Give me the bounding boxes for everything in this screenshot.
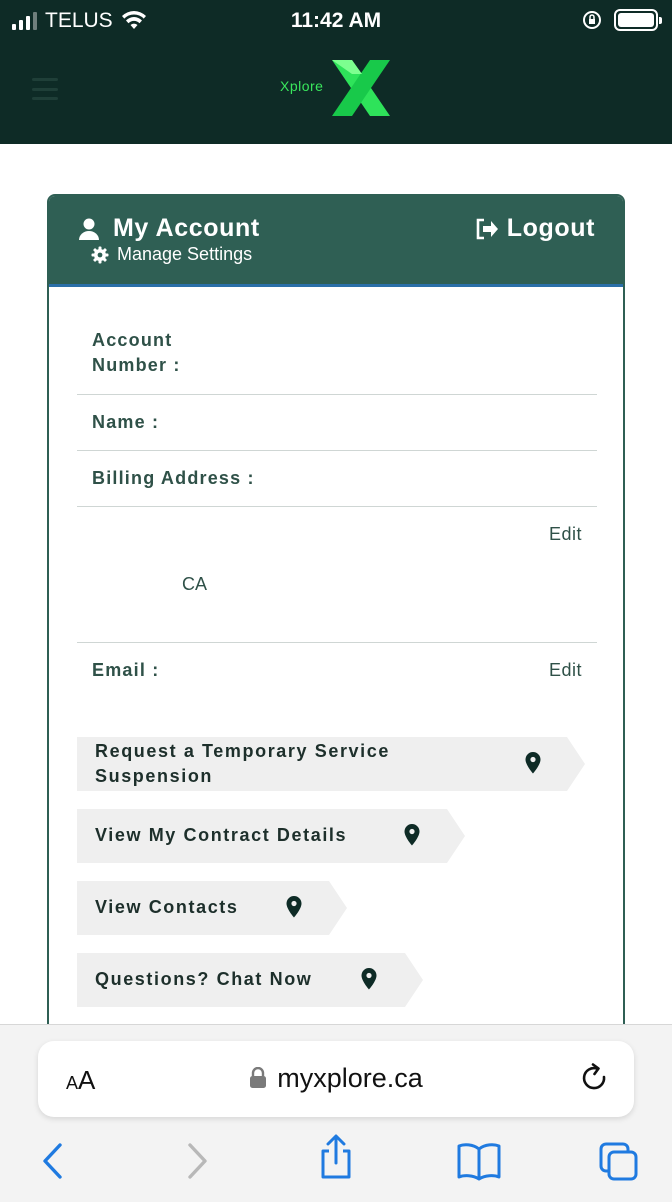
address-bar[interactable]: AA myxplore.ca (38, 1041, 634, 1117)
hamburger-icon[interactable] (32, 78, 58, 100)
email-edit-link[interactable]: Edit (549, 660, 582, 681)
logout-button[interactable]: Logout (475, 214, 595, 243)
browser-bottom-bar: AA myxplore.ca (0, 1024, 672, 1202)
gear-icon (91, 246, 109, 263)
name-row: Name : (77, 395, 597, 451)
bookmarks-button[interactable] (456, 1141, 502, 1186)
request-suspension-link[interactable]: Request a Temporary Service Suspension (77, 737, 585, 791)
user-icon (79, 218, 99, 240)
logout-icon (476, 218, 498, 239)
clock: 11:42 AM (290, 9, 382, 32)
view-contacts-link[interactable]: View Contacts (77, 881, 347, 935)
view-contract-link[interactable]: View My Contract Details (77, 809, 465, 863)
share-button[interactable] (318, 1133, 354, 1186)
arrow-tip (447, 809, 465, 863)
manage-settings-label: Manage Settings (117, 244, 253, 264)
battery-icon (614, 9, 662, 31)
xplore-logo[interactable]: Xplore (278, 56, 398, 120)
map-pin-icon (525, 752, 541, 774)
my-account-label: My Account (113, 214, 260, 242)
arrow-tip (567, 737, 585, 791)
arrow-tip (329, 881, 347, 935)
account-number-label-line1: Account (92, 330, 173, 350)
chat-now-label: Questions? Chat Now (95, 969, 313, 989)
address-details-row: Edit CA (77, 507, 597, 643)
logout-label: Logout (506, 214, 595, 242)
status-right (582, 9, 662, 31)
billing-address-label: Billing Address : (92, 468, 255, 488)
account-number-row: Account Number : (77, 303, 597, 395)
chat-now-link[interactable]: Questions? Chat Now (77, 953, 423, 1007)
forward-button[interactable] (186, 1141, 210, 1186)
back-button[interactable] (40, 1141, 64, 1186)
map-pin-icon (361, 968, 377, 990)
map-pin-icon (286, 896, 302, 918)
account-card: My Account Manage Settings Logout Accoun… (47, 194, 625, 1034)
email-label: Email : (92, 660, 160, 680)
url-text: myxplore.ca (277, 1063, 423, 1093)
account-number-label-line2: Number : (92, 355, 181, 375)
chevron-left-icon (43, 1143, 62, 1179)
request-suspension-label-line1: Request a Temporary Service (95, 741, 390, 761)
lock-icon (250, 1067, 267, 1088)
manage-settings-link[interactable]: Manage Settings (91, 244, 252, 265)
address-country: CA (182, 574, 208, 594)
arrow-tip (405, 953, 423, 1007)
app-header: TELUS 11:42 AM Xplore (0, 0, 672, 144)
request-suspension-label-line2: Suspension (95, 766, 214, 786)
address-edit-link[interactable]: Edit (549, 524, 582, 545)
account-card-header: My Account Manage Settings Logout (49, 196, 623, 287)
reload-icon[interactable] (580, 1063, 610, 1095)
request-suspension-label: Request a Temporary Service Suspension (95, 739, 390, 789)
logo-x-icon (332, 60, 390, 116)
book-icon (457, 1143, 501, 1181)
orientation-lock-icon (583, 11, 601, 29)
chevron-right-icon (188, 1143, 207, 1179)
browser-toolbar (0, 1134, 672, 1191)
my-account-title: My Account (77, 214, 260, 243)
share-icon (321, 1134, 351, 1179)
email-row: Email : Edit (77, 643, 597, 699)
view-contract-label: View My Contract Details (95, 825, 348, 845)
view-contacts-label: View Contacts (95, 897, 239, 917)
account-number-label: Account Number : (92, 328, 181, 378)
map-pin-icon (404, 824, 420, 846)
billing-address-row: Billing Address : (77, 451, 597, 507)
status-bar: TELUS 11:42 AM (0, 0, 672, 42)
name-label: Name : (92, 412, 160, 432)
url-display[interactable]: myxplore.ca (38, 1063, 634, 1094)
tabs-button[interactable] (598, 1141, 640, 1188)
tabs-icon (599, 1142, 638, 1181)
